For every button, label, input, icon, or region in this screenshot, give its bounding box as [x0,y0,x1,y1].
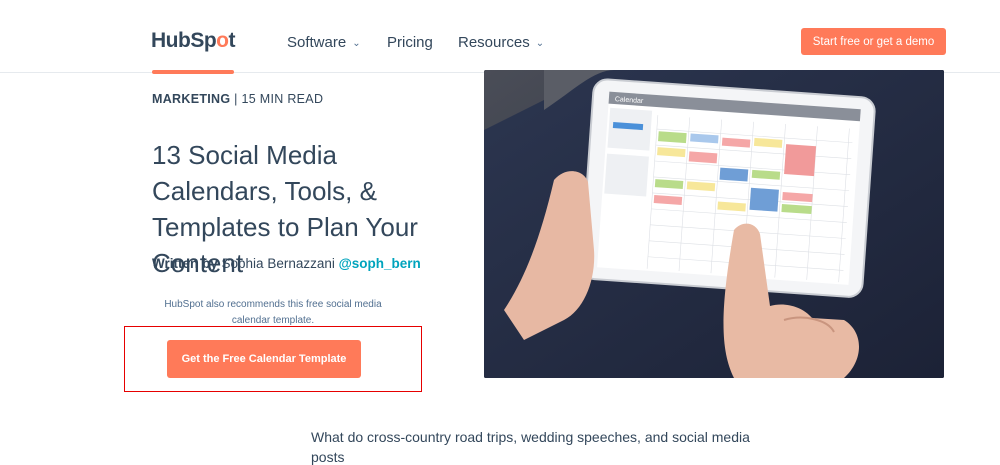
start-free-demo-button[interactable]: Start free or get a demo [801,28,946,55]
intro-paragraph-line2: posts [311,449,345,465]
byline: Written by Sophia Bernazzani @soph_bern [152,256,421,271]
top-navigation: HubSpot Software ⌄ Pricing Resources ⌄ Sta… [0,0,1000,73]
article-category[interactable]: MARKETING [152,92,230,106]
author-handle-link[interactable]: @soph_bern [339,256,421,271]
chevron-down-icon: ⌄ [352,38,361,49]
intro-paragraph: What do cross-country road trips, weddin… [311,429,750,445]
nav-item-pricing[interactable]: Pricing [387,34,433,51]
author-name[interactable]: Sophia Bernazzani [222,256,335,271]
tablet-calendar-photo: Calendar [484,70,944,378]
nav-item-label: Software [287,34,347,51]
accent-bar [152,70,234,74]
nav-item-software[interactable]: Software ⌄ [287,34,361,51]
nav-item-label: Pricing [387,34,433,51]
byline-prefix: Written by [152,256,218,271]
get-calendar-template-button[interactable]: Get the Free Calendar Template [167,340,361,378]
recommendation-text: HubSpot also recommends this free social… [164,299,382,326]
read-time: 15 MIN READ [241,92,324,106]
chevron-down-icon: ⌄ [535,38,545,49]
hubspot-logo[interactable]: HubSpot [151,29,235,53]
nav-item-label: Resources [458,34,530,51]
nav-item-resources[interactable]: Resources ⌄ [458,34,544,51]
hero-image: Calendar [484,70,944,378]
article-meta: MARKETING | 15 MIN READ [152,92,324,106]
